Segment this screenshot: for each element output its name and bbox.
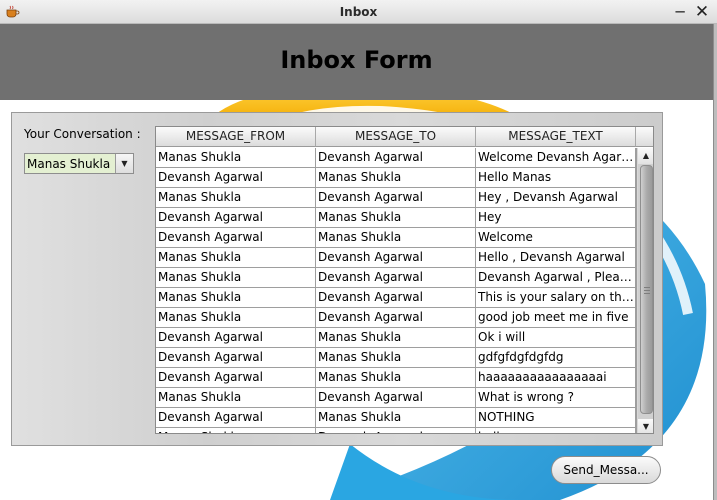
header-corner — [636, 127, 653, 147]
cell-message-from[interactable]: Manas Shukla — [156, 288, 316, 308]
cell-message-to[interactable]: Manas Shukla — [316, 408, 476, 428]
table-row[interactable]: Manas Shukla Devansh Agarwal This is your … — [156, 288, 636, 308]
table-row[interactable]: Devansh Agarwal Manas Shukla Hello Manas — [156, 168, 636, 188]
scroll-grip — [644, 293, 650, 294]
table-body: Manas Shukla Devansh Agarwal Welcome Devan… — [156, 148, 636, 433]
cell-message-to[interactable]: Devansh Agarwal — [316, 308, 476, 328]
column-header-message-from[interactable]: MESSAGE_FROM — [156, 127, 316, 147]
chevron-down-icon[interactable]: ▼ — [115, 154, 133, 173]
cell-message-to[interactable]: Manas Shukla — [316, 328, 476, 348]
cell-message-text[interactable]: Devansh Agarwal , Please ... — [476, 268, 636, 288]
cell-message-from[interactable]: Manas Shukla — [156, 388, 316, 408]
conversation-panel: Your Conversation : Manas Shukla ▼ MESSA… — [11, 112, 663, 446]
window-content: Inbox Form Your Conversation : Manas Shu… — [0, 24, 717, 500]
table-row[interactable]: Devansh Agarwal Manas Shukla haaaaaaaaaaaa… — [156, 368, 636, 388]
column-header-message-to[interactable]: MESSAGE_TO — [316, 127, 476, 147]
cell-message-from[interactable]: Devansh Agarwal — [156, 408, 316, 428]
conversation-label: Your Conversation : — [24, 127, 141, 141]
window-title: Inbox — [339, 5, 378, 19]
conversation-select[interactable]: Manas Shukla ▼ — [24, 153, 134, 174]
table-row[interactable]: Manas Shukla Devansh Agarwal Devansh Agarw… — [156, 268, 636, 288]
cell-message-from[interactable]: Devansh Agarwal — [156, 168, 316, 188]
scroll-up-icon[interactable]: ▲ — [638, 148, 653, 164]
scroll-thumb[interactable] — [640, 165, 653, 414]
cell-message-text[interactable]: Hello Manas — [476, 168, 636, 188]
cell-message-to[interactable]: Manas Shukla — [316, 368, 476, 388]
table-row[interactable]: Devansh Agarwal Manas Shukla Hey — [156, 208, 636, 228]
table-row[interactable]: Devansh Agarwal Manas Shukla Welcome — [156, 228, 636, 248]
cell-message-from[interactable]: Manas Shukla — [156, 428, 316, 433]
table-row[interactable]: Devansh Agarwal Manas Shukla NOTHING — [156, 408, 636, 428]
cell-message-to[interactable]: Devansh Agarwal — [316, 288, 476, 308]
column-header-message-text[interactable]: MESSAGE_TEXT — [476, 127, 636, 147]
window-right-edge — [713, 24, 717, 500]
cell-message-from[interactable]: Manas Shukla — [156, 148, 316, 168]
minimize-button[interactable]: ─ — [670, 2, 690, 22]
cell-message-text[interactable]: Welcome Devansh Agarwal — [476, 148, 636, 168]
table-row[interactable]: Manas Shukla Devansh Agarwal Hello , Devan… — [156, 248, 636, 268]
cell-message-text[interactable]: hello — [476, 428, 636, 433]
table-row[interactable]: Manas ShuklaDevansh Agarwalhello — [156, 428, 636, 433]
cell-message-from[interactable]: Devansh Agarwal — [156, 368, 316, 388]
cell-message-text[interactable]: Hey — [476, 208, 636, 228]
cell-message-from[interactable]: Manas Shukla — [156, 248, 316, 268]
cell-message-text[interactable]: What is wrong ? — [476, 388, 636, 408]
cell-message-text[interactable]: gdfgfdgfdgfdg — [476, 348, 636, 368]
cell-message-to[interactable]: Devansh Agarwal — [316, 188, 476, 208]
cell-message-to[interactable]: Devansh Agarwal — [316, 148, 476, 168]
cell-message-to[interactable]: Devansh Agarwal — [316, 428, 476, 433]
cell-message-to[interactable]: Devansh Agarwal — [316, 388, 476, 408]
messages-table: MESSAGE_FROM MESSAGE_TO MESSAGE_TEXT Man… — [155, 126, 654, 434]
cell-message-text[interactable]: Hey , Devansh Agarwal — [476, 188, 636, 208]
cell-message-from[interactable]: Devansh Agarwal — [156, 328, 316, 348]
cell-message-from[interactable]: Devansh Agarwal — [156, 208, 316, 228]
cell-message-from[interactable]: Manas Shukla — [156, 268, 316, 288]
cell-message-text[interactable]: good job meet me in five — [476, 308, 636, 328]
table-row[interactable]: Manas Shukla Devansh Agarwal good job meet… — [156, 308, 636, 328]
cell-message-text[interactable]: Welcome — [476, 228, 636, 248]
send-message-button[interactable]: Send_Messa... — [551, 456, 661, 484]
scroll-down-icon[interactable]: ▼ — [638, 419, 653, 433]
conversation-selected-value: Manas Shukla — [27, 157, 111, 171]
cell-message-from[interactable]: Devansh Agarwal — [156, 228, 316, 248]
cell-message-to[interactable]: Devansh Agarwal — [316, 268, 476, 288]
cell-message-text[interactable]: This is your salary on the d... — [476, 288, 636, 308]
vertical-scrollbar[interactable]: ▲ ▼ — [636, 148, 653, 433]
table-header: MESSAGE_FROM MESSAGE_TO MESSAGE_TEXT — [156, 127, 636, 147]
table-row[interactable]: Manas Shukla Devansh Agarwal Hey , Devansh… — [156, 188, 636, 208]
table-row[interactable]: Devansh Agarwal Manas Shukla Ok i will — [156, 328, 636, 348]
title-bar: Inbox ─ ✕ — [0, 0, 717, 24]
cell-message-from[interactable]: Manas Shukla — [156, 188, 316, 208]
cell-message-text[interactable]: Hello , Devansh Agarwal — [476, 248, 636, 268]
scroll-grip — [644, 290, 650, 291]
table-row[interactable]: Manas Shukla Devansh Agarwal Welcome Devan… — [156, 148, 636, 168]
scroll-track[interactable] — [638, 164, 653, 419]
cell-message-to[interactable]: Devansh Agarwal — [316, 248, 476, 268]
table-row[interactable]: Devansh Agarwal Manas Shukla gdfgfdgfdgfdg — [156, 348, 636, 368]
cell-message-to[interactable]: Manas Shukla — [316, 208, 476, 228]
cell-message-to[interactable]: Manas Shukla — [316, 228, 476, 248]
cell-message-text[interactable]: Ok i will — [476, 328, 636, 348]
cell-message-to[interactable]: Manas Shukla — [316, 168, 476, 188]
header-band: Inbox Form — [0, 24, 713, 100]
form-title: Inbox Form — [280, 46, 433, 74]
cell-message-from[interactable]: Devansh Agarwal — [156, 348, 316, 368]
cell-message-from[interactable]: Manas Shukla — [156, 308, 316, 328]
cell-message-text[interactable]: NOTHING — [476, 408, 636, 428]
cell-message-text[interactable]: haaaaaaaaaaaaaaaai — [476, 368, 636, 388]
close-button[interactable]: ✕ — [692, 2, 712, 22]
scroll-grip — [644, 287, 650, 288]
cell-message-to[interactable]: Manas Shukla — [316, 348, 476, 368]
table-row[interactable]: Manas Shukla Devansh Agarwal What is wrong… — [156, 388, 636, 408]
